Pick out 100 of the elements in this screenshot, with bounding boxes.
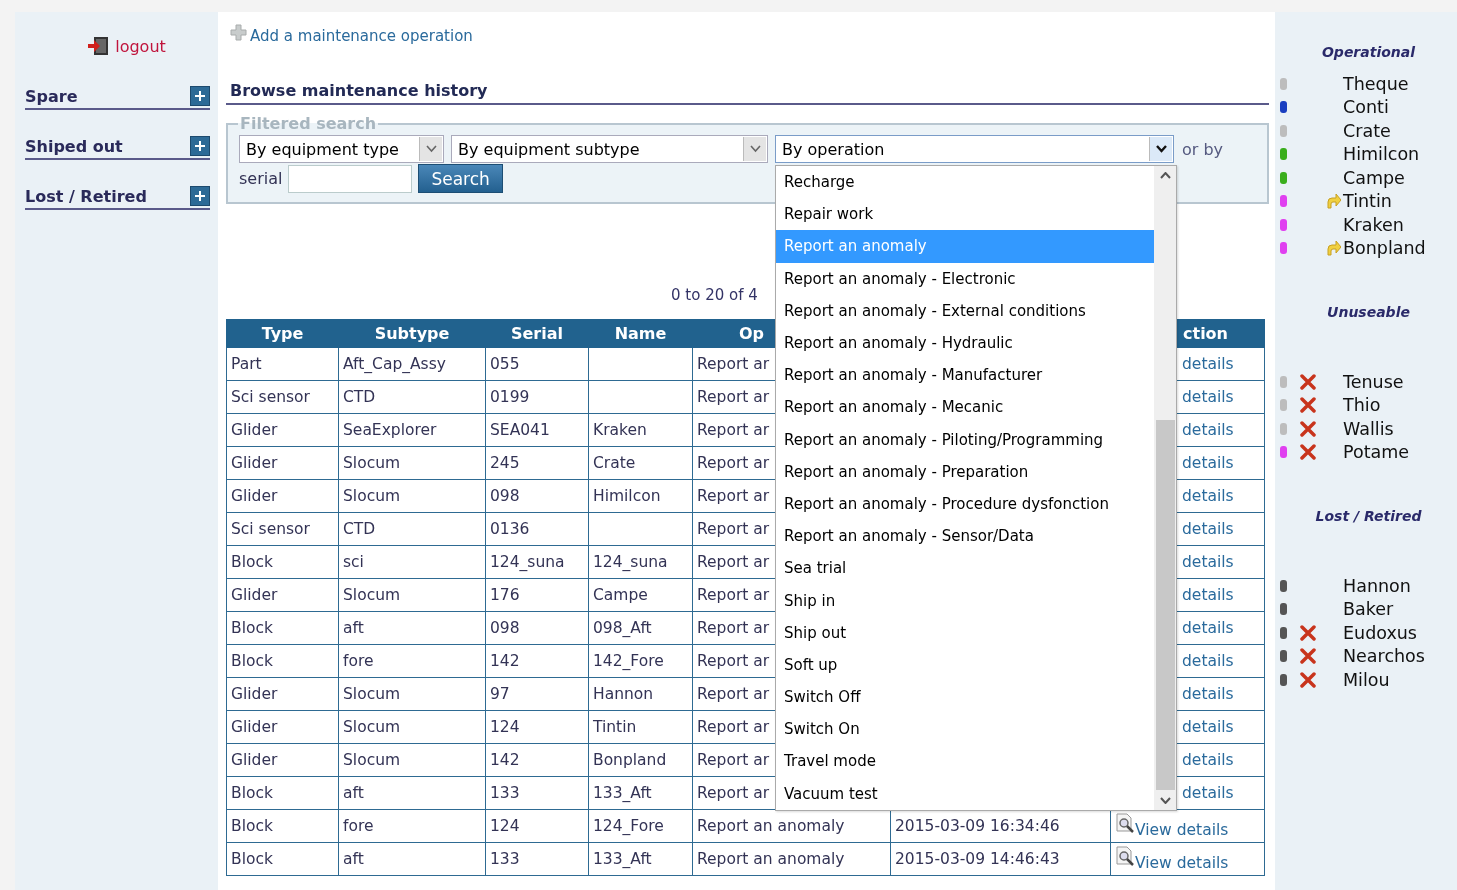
equipment-name[interactable]: Tintin <box>1343 191 1392 212</box>
view-details-link[interactable]: details <box>1182 751 1234 769</box>
view-details-link[interactable]: details <box>1182 355 1234 373</box>
table-cell: Report ar <box>697 487 770 505</box>
logout-link[interactable]: logout <box>115 36 166 56</box>
table-cell: 0136 <box>490 520 530 538</box>
cross-icon <box>1300 444 1316 461</box>
view-details-link[interactable]: details <box>1182 421 1234 439</box>
equipment-name[interactable]: Wallis <box>1343 418 1394 439</box>
dropdown-option[interactable]: Switch On <box>776 713 1154 746</box>
equipment-name[interactable]: Kraken <box>1343 214 1404 235</box>
view-details-link[interactable]: details <box>1182 586 1234 604</box>
equipment-name[interactable]: Himilcon <box>1343 144 1420 165</box>
view-details-link[interactable]: details <box>1182 553 1234 571</box>
table-cell: Hannon <box>593 685 654 703</box>
table-cell: Report ar <box>697 388 770 406</box>
dropdown-option[interactable]: Travel mode <box>776 745 1154 778</box>
table-cell: Report ar <box>697 685 770 703</box>
dropdown-option[interactable]: Report an anomaly - Preparation <box>776 455 1154 488</box>
dropdown-option[interactable]: Report an anomaly - Hydraulic <box>776 326 1154 360</box>
view-details-link[interactable]: details <box>1182 784 1234 802</box>
group-title: Unuseable <box>1326 304 1411 320</box>
dropdown-option[interactable]: Report an anomaly - Electronic <box>776 262 1154 295</box>
dropdown-option[interactable]: Report an anomaly - Procedure dysfonction <box>776 487 1154 521</box>
dropdown-option[interactable]: Report an anomaly - External conditions <box>776 294 1154 327</box>
view-details-link[interactable]: details <box>1182 652 1234 670</box>
equipment-name[interactable]: Conti <box>1343 97 1389 118</box>
equipment-name[interactable]: Tenuse <box>1343 371 1404 392</box>
table-cell: 97 <box>490 685 510 703</box>
view-details-link[interactable]: details <box>1182 388 1234 406</box>
table-cell: Part <box>231 355 262 373</box>
curved-arrow-icon <box>1325 240 1341 257</box>
expand-button[interactable] <box>190 136 210 156</box>
serial-input[interactable] <box>288 164 413 193</box>
table-cell: Kraken <box>593 421 647 439</box>
table-cell: Slocum <box>343 586 401 604</box>
dropdown-option[interactable]: Soft up <box>776 648 1154 681</box>
table-cell: Glider <box>231 421 278 439</box>
dropdown-option[interactable]: Sea trial <box>776 552 1154 585</box>
table-cell: Tintin <box>593 718 637 736</box>
header-text: Op <box>739 324 765 343</box>
table-cell: Block <box>231 553 273 571</box>
expand-button[interactable] <box>190 186 210 206</box>
section-title: Browse maintenance history <box>226 81 1269 105</box>
equipment-name[interactable]: Milou <box>1343 669 1390 690</box>
table-cell: 133_Aft <box>593 850 652 868</box>
table-cell: CTD <box>343 388 376 406</box>
search-button[interactable]: Search <box>418 164 503 193</box>
dropdown-option[interactable]: Ship out <box>776 616 1154 649</box>
view-details-link[interactable]: details <box>1182 685 1234 703</box>
dropdown-option[interactable]: Report an anomaly - Manufacturer <box>776 359 1154 392</box>
caret-down-icon <box>1155 145 1167 153</box>
equipment-name[interactable]: Baker <box>1343 599 1394 620</box>
equipment-name[interactable]: Thio <box>1343 395 1381 416</box>
dropdown-option[interactable]: Switch Off <box>776 681 1154 714</box>
table-cell: Crate <box>593 454 636 472</box>
plus-icon <box>194 190 206 202</box>
table-cell: Block <box>231 652 273 670</box>
table-cell: 124 <box>490 718 520 736</box>
equipment-name[interactable]: Theque <box>1343 73 1409 94</box>
dropdown[interactable]: By equipment type <box>239 135 444 163</box>
panel-legend: Filtered search <box>238 114 379 133</box>
equipment-name[interactable]: Hannon <box>1343 575 1411 596</box>
dropdown-option[interactable]: Report an anomaly - Piloting/Programming <box>776 423 1154 456</box>
header-text: Name <box>614 324 667 343</box>
equipment-name[interactable]: Nearchos <box>1343 646 1425 667</box>
dropdown[interactable]: By equipment subtype <box>451 135 768 163</box>
table-cell: Himilcon <box>593 487 661 505</box>
caret-down-icon <box>425 145 437 153</box>
equipment-name[interactable]: Potame <box>1343 442 1410 463</box>
view-details-link[interactable]: details <box>1182 454 1234 472</box>
dropdown-option[interactable]: Recharge <box>776 166 1154 199</box>
cross-icon <box>1300 397 1316 414</box>
view-details-link[interactable]: details <box>1182 487 1234 505</box>
dropdown-option[interactable]: Report an anomaly - Mecanic <box>776 391 1154 424</box>
table-cell: SEA041 <box>490 421 550 439</box>
dropdown-option[interactable]: Ship in <box>776 584 1154 617</box>
scroll-thumb[interactable] <box>1155 419 1175 790</box>
table-cell: Slocum <box>343 487 401 505</box>
add-operation-link[interactable]: Add a maintenance operation <box>250 27 473 45</box>
view-details-link[interactable]: details <box>1182 718 1234 736</box>
table-cell: fore <box>343 652 374 670</box>
table-cell: Report an anomaly <box>697 817 845 835</box>
curved-arrow-icon <box>1325 193 1341 210</box>
table-cell: Report ar <box>697 619 770 637</box>
equipment-name[interactable]: Eudoxus <box>1343 622 1417 643</box>
section-title: Spare <box>25 86 78 106</box>
view-details-link[interactable]: details <box>1182 520 1234 538</box>
view-details-link[interactable]: details <box>1182 619 1234 637</box>
dropdown-option[interactable]: Report an anomaly - Sensor/Data <box>776 520 1154 553</box>
dropdown-option[interactable]: Repair work <box>776 198 1154 231</box>
equipment-name[interactable]: Crate <box>1343 120 1391 141</box>
dropdown-option[interactable]: Vacuum test <box>776 777 1154 810</box>
equipment-name[interactable]: Campe <box>1343 167 1405 188</box>
table-cell: 2015-03-09 16:34:46 <box>895 817 1060 835</box>
cross-icon <box>1300 420 1316 437</box>
expand-button[interactable] <box>190 86 210 106</box>
equipment-name[interactable]: Bonpland <box>1343 238 1426 259</box>
table-cell: Campe <box>593 586 648 604</box>
scrollbar[interactable] <box>1154 166 1176 810</box>
